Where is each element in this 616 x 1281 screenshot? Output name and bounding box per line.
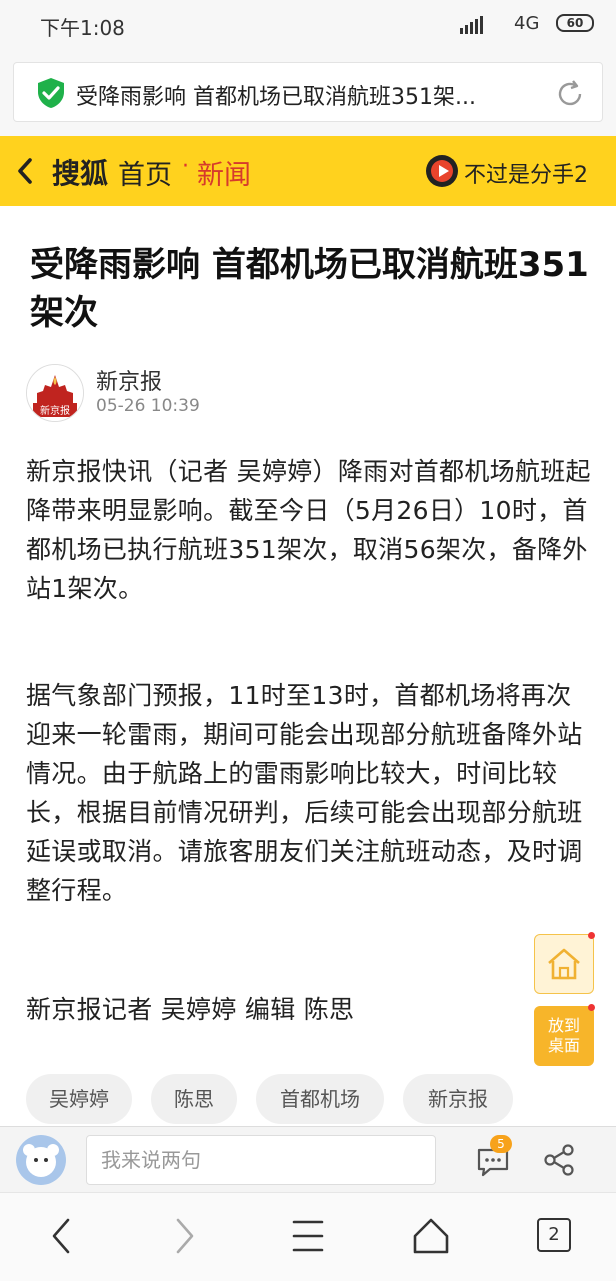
battery-icon: 60 [556, 14, 594, 32]
add-to-desktop-button[interactable]: 放到 桌面 [534, 1006, 594, 1066]
status-bar: 下午1:08 4G 60 [0, 0, 616, 52]
nav-separator: · [182, 154, 189, 179]
avatar-icon [16, 1135, 66, 1185]
logo-lettering: 新京报 [40, 404, 70, 417]
reload-icon[interactable] [554, 78, 586, 110]
article-byline: 新京报记者 吴婷婷 编辑 陈思 [26, 995, 355, 1024]
user-avatar[interactable] [16, 1135, 66, 1185]
nav-news-link[interactable]: 新闻 [197, 153, 251, 192]
tag-chip[interactable]: 陈思 [151, 1074, 237, 1124]
music-player-icon[interactable] [425, 154, 459, 188]
comment-bar: 我来说两句 5 [0, 1126, 616, 1193]
home-icon [548, 948, 580, 980]
now-playing-title[interactable]: 不过是分手2 [464, 157, 588, 189]
browser-home-icon[interactable] [409, 1214, 453, 1258]
comment-count-badge: 5 [490, 1135, 512, 1153]
url-text: 受降雨影响 首都机场已取消航班351架... [76, 85, 476, 110]
site-nav-bar: 搜狐 首页 · 新闻 不过是分手2 [0, 136, 616, 206]
tag-chip[interactable]: 首都机场 [256, 1074, 384, 1124]
status-time: 下午1:08 [40, 16, 125, 40]
nav-home-link[interactable]: 首页 [118, 153, 172, 192]
tag-chip[interactable]: 吴婷婷 [26, 1074, 132, 1124]
add-to-desktop-label: 桌面 [547, 1036, 580, 1055]
shield-check-icon [38, 78, 64, 108]
menu-icon[interactable] [286, 1214, 330, 1258]
sohu-logo[interactable]: 搜狐 [52, 152, 108, 192]
back-arrow-icon[interactable] [14, 156, 36, 186]
article-paragraph: 据气象部门预报，11时至13时，首都机场将再次迎来一轮雷雨，期间可能会出现部分航… [26, 681, 583, 905]
share-icon[interactable] [542, 1143, 576, 1177]
tag-chip[interactable]: 新京报 [403, 1074, 513, 1124]
article-paragraph: 新京报快讯（记者 吴婷婷）降雨对首都机场航班起降带来明显影响。截至今日（5月26… [26, 457, 591, 603]
browser-back-icon[interactable] [40, 1214, 84, 1258]
add-to-desktop-label: 放到 [547, 1016, 580, 1035]
network-type: 4G [514, 13, 540, 34]
tabs-count-button[interactable]: 2 [537, 1218, 571, 1252]
article-title: 受降雨影响 首都机场已取消航班351架次 [30, 245, 589, 333]
address-bar[interactable]: 受降雨影响 首都机场已取消航班351架... [13, 62, 603, 122]
browser-forward-icon[interactable] [162, 1214, 206, 1258]
xinjingbao-logo-icon: 新京报 [27, 365, 83, 421]
notification-dot [588, 1004, 595, 1011]
source-logo[interactable]: 新京报 [26, 364, 84, 422]
article: 受降雨影响 首都机场已取消航班351架次 新京报 新京报 05-26 10:39… [0, 206, 616, 1126]
source-name[interactable]: 新京报 [96, 364, 162, 396]
signal-icon [460, 16, 483, 34]
comment-input[interactable]: 我来说两句 [86, 1135, 436, 1185]
float-home-button[interactable] [534, 934, 594, 994]
notification-dot [588, 932, 595, 939]
publish-time: 05-26 10:39 [96, 396, 200, 416]
